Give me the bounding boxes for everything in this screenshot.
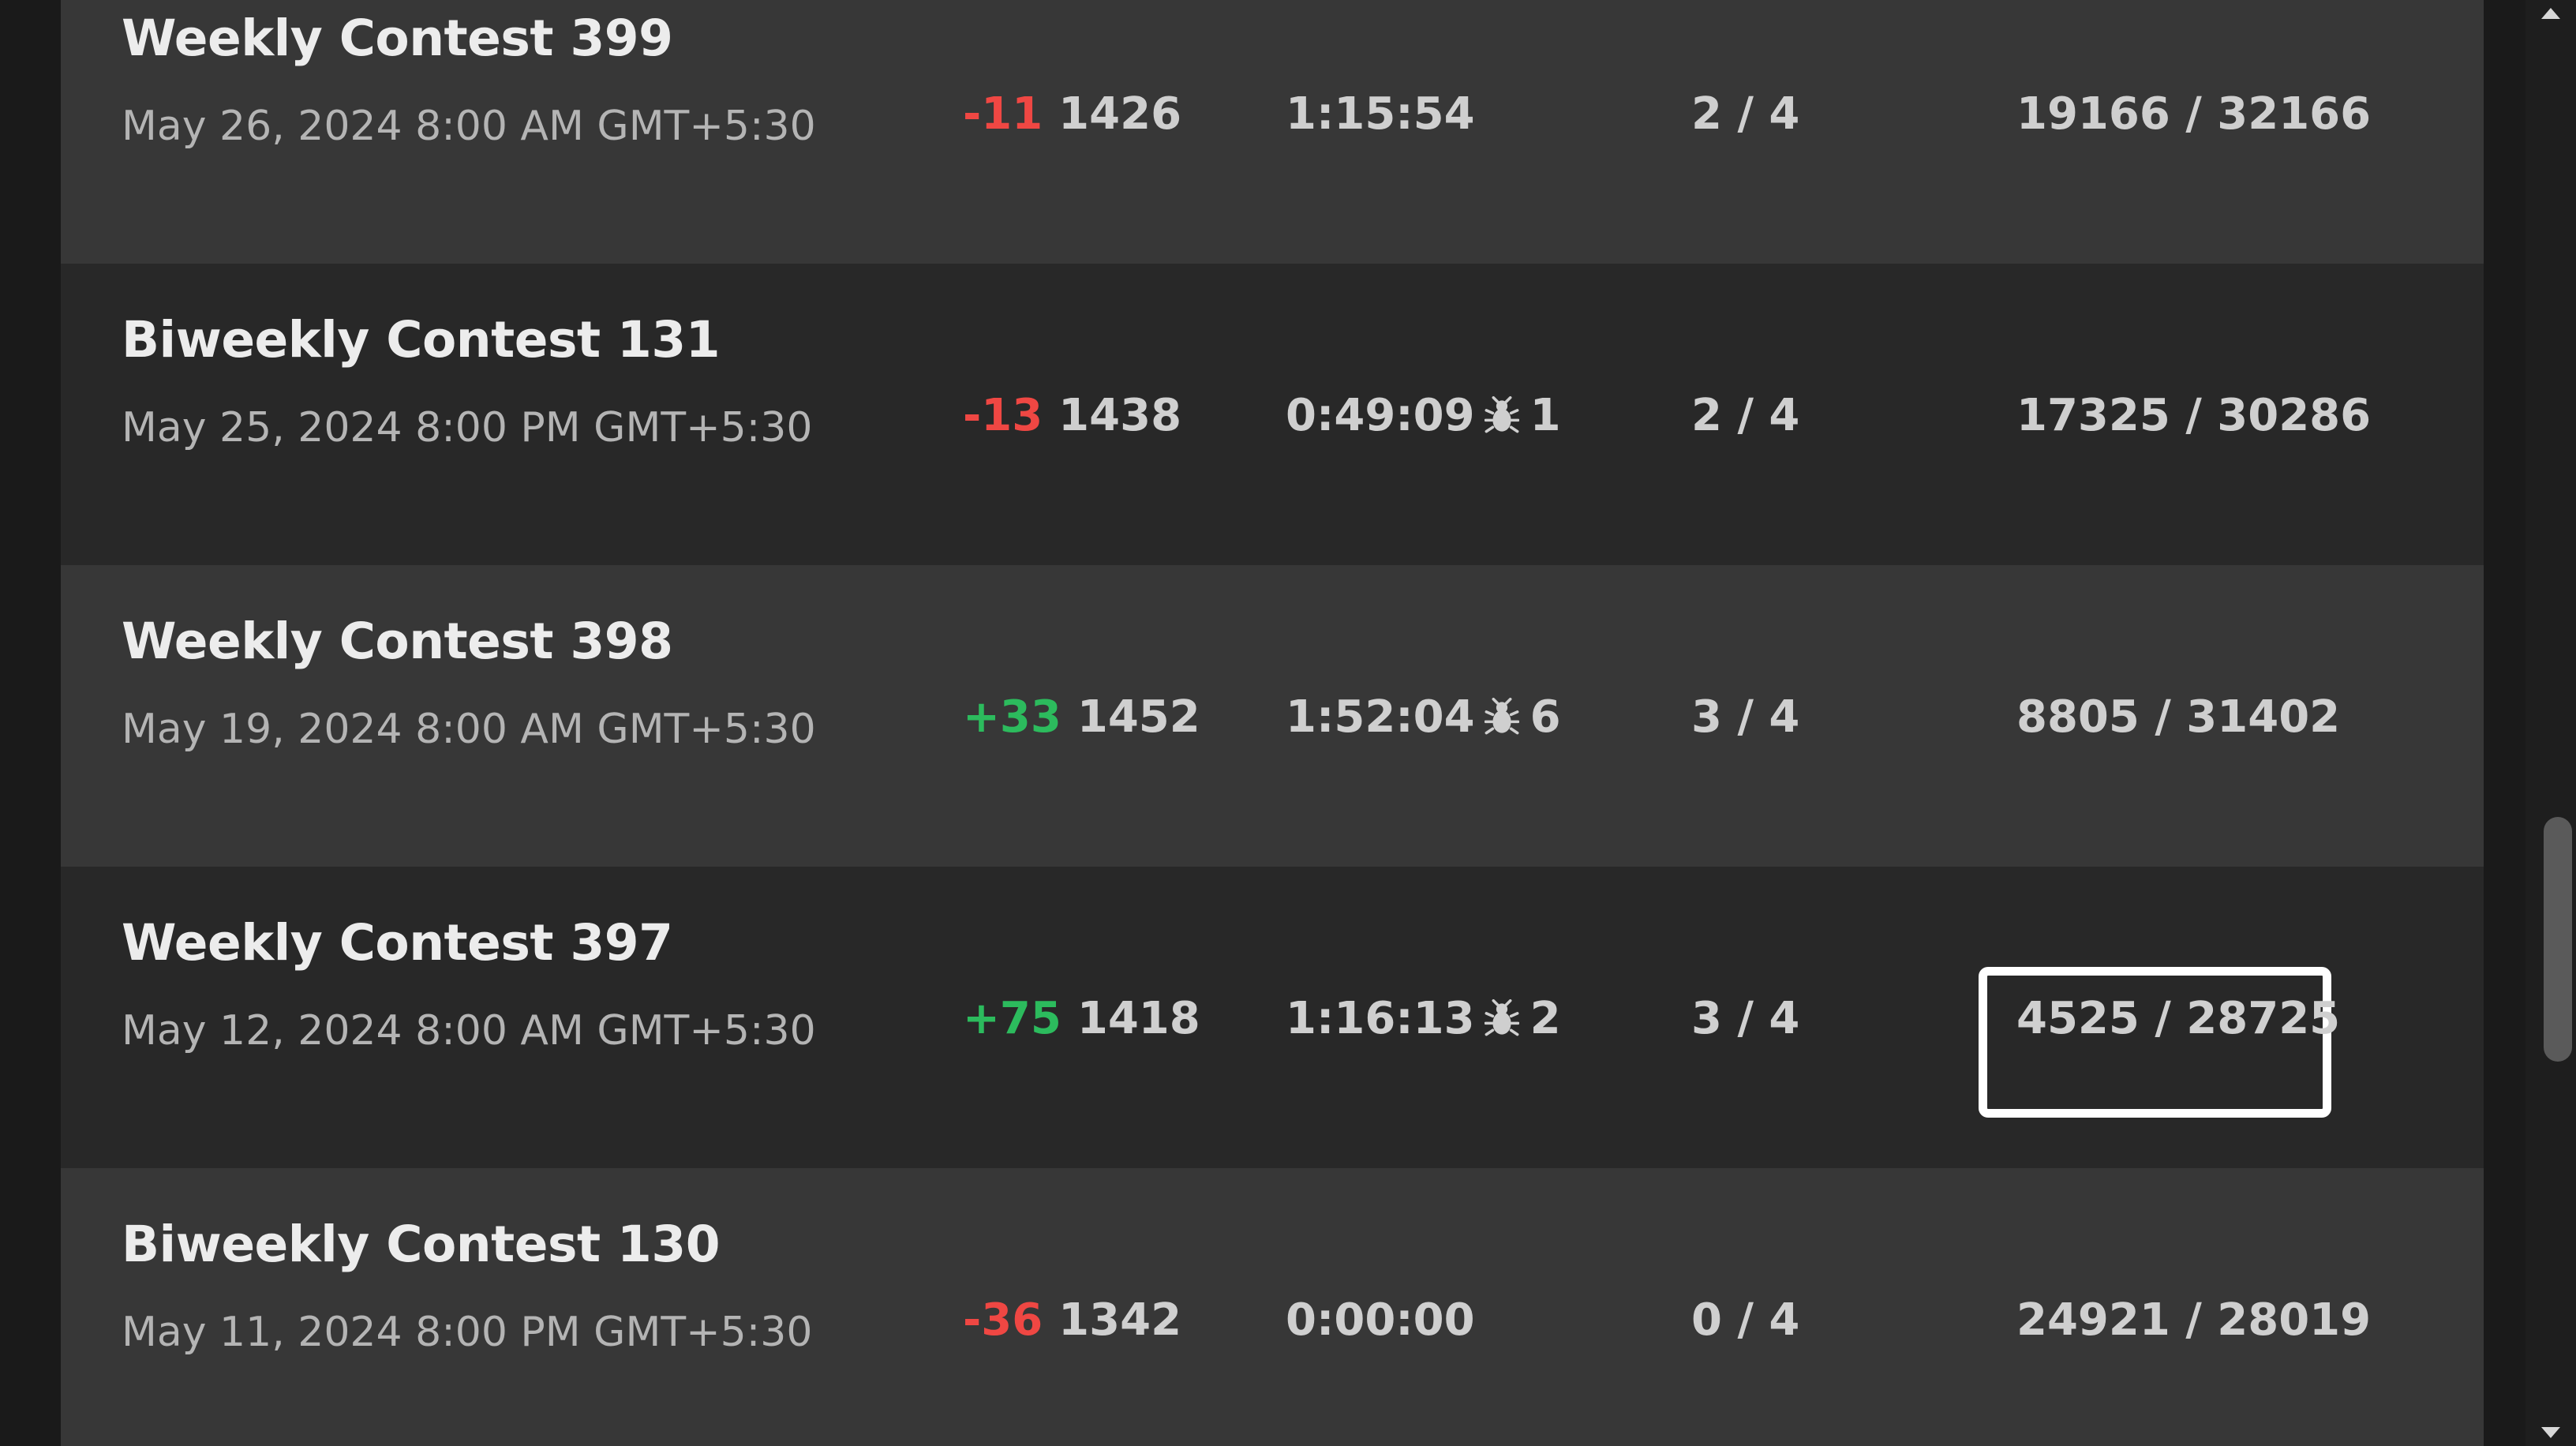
contest-date: May 26, 2024 8:00 AM GMT+5:30 — [122, 103, 816, 150]
solved-count: 2 / 4 — [1691, 88, 1800, 140]
table-row[interactable]: Biweekly Contest 131 May 25, 2024 8:00 P… — [61, 264, 2484, 565]
rating-value: 1438 — [1058, 390, 1182, 441]
contest-name[interactable]: Weekly Contest 398 — [122, 612, 673, 670]
wrong-submission-count: 1 — [1530, 390, 1561, 441]
table-row[interactable]: Weekly Contest 398 May 19, 2024 8:00 AM … — [61, 565, 2484, 867]
finish-time-cell: 0:49:09 1 — [1286, 390, 1561, 441]
solved-count: 3 / 4 — [1691, 691, 1800, 743]
contest-date: May 12, 2024 8:00 AM GMT+5:30 — [122, 1007, 816, 1055]
finish-time-cell: 1:15:54 — [1286, 88, 1475, 140]
contest-name[interactable]: Weekly Contest 399 — [122, 9, 673, 67]
bug-icon — [1484, 998, 1519, 1036]
finish-time: 0:49:09 — [1286, 390, 1475, 441]
contest-history-page: Weekly Contest 399 May 26, 2024 8:00 AM … — [0, 0, 2576, 1446]
rating-value: 1452 — [1076, 691, 1200, 743]
ranking: 8805 / 31402 — [2016, 691, 2341, 743]
rating-cell: -36 1342 — [963, 1294, 1181, 1346]
table-row[interactable]: Biweekly Contest 130 May 11, 2024 8:00 P… — [61, 1168, 2484, 1446]
finish-time: 0:00:00 — [1286, 1294, 1475, 1346]
finish-time-cell: 1:52:04 6 — [1286, 691, 1561, 743]
finish-time: 1:52:04 — [1286, 691, 1475, 743]
finish-time: 1:15:54 — [1286, 88, 1475, 140]
bug-icon — [1484, 395, 1519, 433]
scroll-down-arrow-icon[interactable] — [2541, 1427, 2560, 1438]
rating-cell: -11 1426 — [963, 88, 1181, 140]
rating-value: 1426 — [1058, 88, 1182, 140]
solved-count: 3 / 4 — [1691, 993, 1800, 1044]
contest-name[interactable]: Biweekly Contest 131 — [122, 311, 721, 369]
finish-time-cell: 0:00:00 — [1286, 1294, 1475, 1346]
rating-delta: -13 — [963, 390, 1043, 441]
contest-name[interactable]: Biweekly Contest 130 — [122, 1216, 721, 1273]
vertical-scrollbar[interactable] — [2525, 0, 2576, 1446]
rating-value: 1342 — [1058, 1294, 1182, 1346]
scroll-up-arrow-icon[interactable] — [2541, 8, 2560, 19]
rating-delta: +33 — [963, 691, 1061, 743]
rating-delta: -36 — [963, 1294, 1043, 1346]
ranking: 17325 / 30286 — [2016, 390, 2372, 441]
contest-history-table: Weekly Contest 399 May 26, 2024 8:00 AM … — [61, 0, 2484, 1446]
wrong-submission-count: 2 — [1530, 993, 1561, 1044]
contest-date: May 19, 2024 8:00 AM GMT+5:30 — [122, 706, 816, 753]
rating-delta: +75 — [963, 993, 1061, 1044]
solved-count: 2 / 4 — [1691, 390, 1800, 441]
rating-cell: +33 1452 — [963, 691, 1200, 743]
rating-value: 1418 — [1076, 993, 1200, 1044]
rating-cell: -13 1438 — [963, 390, 1181, 441]
contest-date: May 11, 2024 8:00 PM GMT+5:30 — [122, 1309, 813, 1356]
table-row[interactable]: Weekly Contest 399 May 26, 2024 8:00 AM … — [61, 0, 2484, 264]
ranking: 24921 / 28019 — [2016, 1294, 2372, 1346]
finish-time: 1:16:13 — [1286, 993, 1475, 1044]
wrong-submission-count: 6 — [1530, 691, 1561, 743]
ranking: 4525 / 28725 — [2016, 993, 2341, 1044]
solved-count: 0 / 4 — [1691, 1294, 1800, 1346]
rating-cell: +75 1418 — [963, 993, 1200, 1044]
contest-name[interactable]: Weekly Contest 397 — [122, 914, 673, 972]
bug-icon — [1484, 697, 1519, 734]
contest-date: May 25, 2024 8:00 PM GMT+5:30 — [122, 404, 813, 451]
ranking: 19166 / 32166 — [2016, 88, 2372, 140]
finish-time-cell: 1:16:13 2 — [1286, 993, 1561, 1044]
scrollbar-thumb[interactable] — [2544, 817, 2572, 1062]
table-row[interactable]: Weekly Contest 397 May 12, 2024 8:00 AM … — [61, 867, 2484, 1168]
rating-delta: -11 — [963, 88, 1043, 140]
